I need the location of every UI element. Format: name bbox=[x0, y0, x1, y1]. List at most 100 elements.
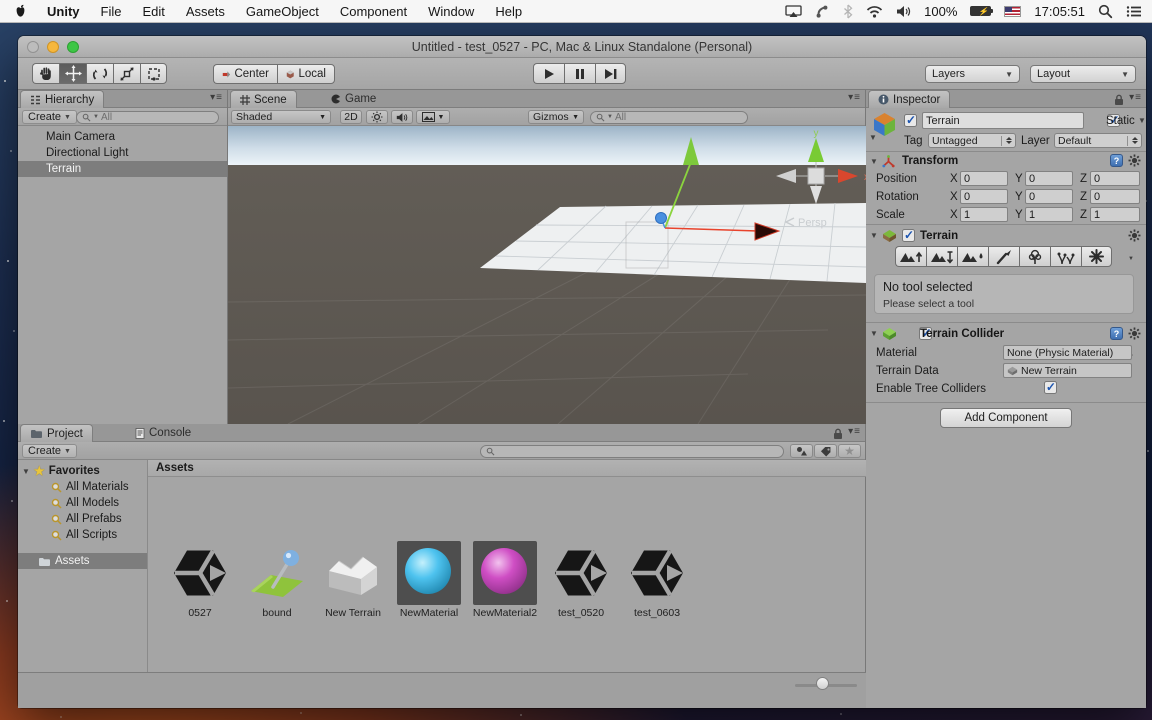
layer-dropdown[interactable]: Default bbox=[1054, 133, 1142, 148]
menu-clock[interactable]: 17:05:51 bbox=[1034, 4, 1085, 19]
asset-test-0603[interactable]: test_0603 bbox=[619, 541, 695, 619]
menu-unity[interactable]: Unity bbox=[47, 4, 80, 19]
menu-help[interactable]: Help bbox=[495, 4, 522, 19]
volume-icon[interactable] bbox=[896, 5, 911, 18]
close-button[interactable] bbox=[27, 41, 39, 53]
paint-details-tool[interactable] bbox=[1050, 246, 1081, 267]
thumbnail-zoom-slider-thumb[interactable] bbox=[816, 677, 829, 690]
material-field[interactable]: None (Physic Material) bbox=[1003, 345, 1132, 360]
transform-title[interactable]: Transform bbox=[902, 155, 958, 167]
scale-y-field[interactable]: 1 bbox=[1025, 207, 1073, 222]
2d-toggle-button[interactable]: 2D bbox=[340, 110, 362, 124]
layers-dropdown[interactable]: Layers▼ bbox=[925, 65, 1020, 83]
search-by-label-button[interactable] bbox=[814, 444, 837, 458]
move-tool-button[interactable] bbox=[59, 63, 86, 84]
scale-tool-button[interactable] bbox=[113, 63, 140, 84]
hierarchy-item-main-camera[interactable]: Main Camera bbox=[18, 129, 227, 145]
asset-0527[interactable]: 0527 bbox=[162, 541, 238, 619]
transform-foldout[interactable]: ▼ bbox=[870, 157, 878, 166]
menu-component[interactable]: Component bbox=[340, 4, 407, 19]
bluetooth-icon[interactable] bbox=[843, 4, 853, 19]
favorites-root[interactable]: ▼ ★ Favorites bbox=[18, 463, 147, 479]
project-create-button[interactable]: Create▼ bbox=[22, 444, 77, 458]
rect-tool-button[interactable] bbox=[140, 63, 167, 84]
pivot-local-button[interactable]: Local bbox=[277, 64, 335, 84]
terrain-title[interactable]: Terrain bbox=[920, 230, 958, 242]
zoom-button[interactable] bbox=[67, 41, 79, 53]
menu-assets[interactable]: Assets bbox=[186, 4, 225, 19]
phone-icon[interactable] bbox=[815, 4, 830, 19]
spotlight-icon[interactable] bbox=[1098, 4, 1113, 19]
position-y-field[interactable]: 0 bbox=[1025, 171, 1073, 186]
enable-tree-colliders-checkbox[interactable] bbox=[1044, 381, 1057, 394]
add-component-button[interactable]: Add Component bbox=[940, 408, 1072, 428]
tab-project[interactable]: Project bbox=[20, 424, 93, 442]
hierarchy-search-input[interactable]: ▼All bbox=[76, 111, 219, 124]
inspector-panel-menu[interactable]: ▾≡ bbox=[1129, 92, 1142, 103]
tab-hierarchy[interactable]: Hierarchy bbox=[20, 90, 104, 108]
rotation-x-field[interactable]: 0 bbox=[960, 189, 1008, 204]
favorite-all-prefabs[interactable]: All Prefabs bbox=[18, 511, 147, 527]
asset-newmaterial[interactable]: NewMaterial bbox=[391, 541, 467, 619]
tab-scene[interactable]: Scene bbox=[230, 90, 297, 108]
menu-gameobject[interactable]: GameObject bbox=[246, 4, 319, 19]
project-search-input[interactable] bbox=[480, 445, 784, 458]
gameobject-icon-dropdown[interactable]: ▼ bbox=[869, 133, 877, 142]
smooth-height-tool[interactable] bbox=[957, 246, 988, 267]
pause-button[interactable] bbox=[564, 63, 595, 84]
rotate-tool-button[interactable] bbox=[86, 63, 113, 84]
gizmos-dropdown[interactable]: Gizmos▼ bbox=[528, 110, 584, 124]
scale-x-field[interactable]: 1 bbox=[960, 207, 1008, 222]
asset-new-terrain[interactable]: New Terrain bbox=[315, 541, 391, 619]
tab-inspector[interactable]: Inspector bbox=[868, 90, 950, 108]
scene-audio-button[interactable] bbox=[391, 110, 413, 124]
menu-file[interactable]: File bbox=[101, 4, 122, 19]
terrain-data-field[interactable]: New Terrain bbox=[1003, 363, 1132, 378]
asset-bound[interactable]: bound bbox=[239, 541, 315, 619]
search-by-type-button[interactable] bbox=[790, 444, 813, 458]
tab-console[interactable]: Console bbox=[126, 424, 200, 442]
transform-help-icon[interactable]: ? bbox=[1110, 154, 1123, 167]
paint-height-tool[interactable] bbox=[926, 246, 957, 267]
input-language-flag-icon[interactable] bbox=[1004, 6, 1021, 17]
apple-menu-icon[interactable] bbox=[14, 4, 27, 19]
hierarchy-create-button[interactable]: Create▼ bbox=[22, 110, 77, 124]
favorite-all-materials[interactable]: All Materials bbox=[18, 479, 147, 495]
rotation-y-field[interactable]: 0 bbox=[1025, 189, 1073, 204]
paint-texture-tool[interactable] bbox=[988, 246, 1019, 267]
minimize-button[interactable] bbox=[47, 41, 59, 53]
scene-viewport[interactable]: y x Persp bbox=[228, 126, 866, 424]
scene-panel-menu[interactable]: ▾≡ bbox=[848, 92, 861, 103]
tag-dropdown[interactable]: Untagged bbox=[928, 133, 1016, 148]
terrain-collider-help-icon[interactable]: ? bbox=[1110, 327, 1123, 340]
menu-window[interactable]: Window bbox=[428, 4, 474, 19]
raise-lower-terrain-tool[interactable] bbox=[895, 246, 926, 267]
pivot-center-button[interactable]: Center bbox=[213, 64, 277, 84]
airplay-icon[interactable] bbox=[785, 5, 802, 18]
favorite-search-button[interactable]: ★ bbox=[838, 444, 861, 458]
asset-newmaterial2[interactable]: NewMaterial2 bbox=[467, 541, 543, 619]
gameobject-active-checkbox[interactable] bbox=[904, 114, 917, 127]
menu-edit[interactable]: Edit bbox=[142, 4, 164, 19]
favorite-all-scripts[interactable]: All Scripts bbox=[18, 527, 147, 543]
rotation-z-field[interactable]: 0 bbox=[1090, 189, 1140, 204]
terrain-collider-foldout[interactable]: ▼ bbox=[870, 329, 878, 338]
terrain-collider-title[interactable]: Terrain Collider bbox=[920, 328, 1004, 340]
hierarchy-item-directional-light[interactable]: Directional Light bbox=[18, 145, 227, 161]
place-trees-tool[interactable] bbox=[1019, 246, 1050, 267]
hierarchy-panel-menu[interactable]: ▾≡ bbox=[210, 92, 223, 103]
position-x-field[interactable]: 0 bbox=[960, 171, 1008, 186]
favorite-all-models[interactable]: All Models bbox=[18, 495, 147, 511]
asset-test-0520[interactable]: test_0520 bbox=[543, 541, 619, 619]
gameobject-name-field[interactable]: Terrain bbox=[922, 112, 1084, 129]
terrain-gear-icon[interactable]: ▼ bbox=[1128, 229, 1146, 265]
static-dropdown-arrow[interactable]: ▼ bbox=[1138, 116, 1146, 125]
assets-folder-item[interactable]: Assets bbox=[18, 553, 147, 569]
terrain-settings-tool[interactable] bbox=[1081, 246, 1112, 267]
scene-lighting-button[interactable] bbox=[366, 110, 388, 124]
hand-tool-button[interactable] bbox=[32, 63, 59, 84]
terrain-foldout[interactable]: ▼ bbox=[870, 231, 878, 240]
notification-center-icon[interactable] bbox=[1126, 5, 1142, 18]
scene-search-input[interactable]: ▼All bbox=[590, 111, 748, 124]
project-panel-menu[interactable]: ▾≡ bbox=[848, 426, 861, 437]
